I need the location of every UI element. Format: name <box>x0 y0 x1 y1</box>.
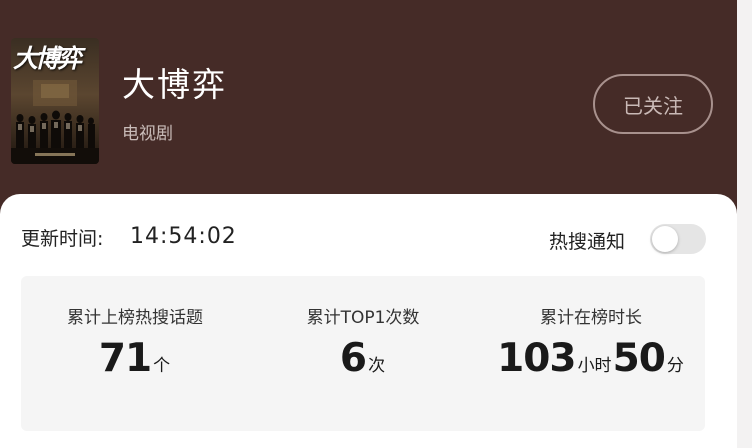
follow-button[interactable]: 已关注 <box>593 74 713 134</box>
stats-panel: 累计上榜热搜话题 71 个 累计TOP1次数 6次 累计在榜时长 103 小时50 分 <box>21 276 705 431</box>
stat-on-list-duration: 累计在榜时长 103 小时50 分 <box>477 276 705 431</box>
update-time-value: 14:54:02 <box>130 224 237 249</box>
right-edge-strip <box>737 0 752 448</box>
stat-hot-topics: 累计上榜热搜话题 71 个 <box>21 276 249 431</box>
stat-unit: 次 <box>368 356 386 376</box>
stat-minutes-number: 50 <box>612 336 666 381</box>
show-title: 大博弈 <box>122 65 227 104</box>
update-time-label: 更新时间: <box>21 228 104 250</box>
stat-label: 累计TOP1次数 <box>306 308 420 328</box>
hot-search-notify-toggle[interactable] <box>650 224 706 254</box>
stat-value: 103 小时50 分 <box>477 336 705 381</box>
poster-title: 大博弈 <box>13 44 82 73</box>
stat-top1-count: 累计TOP1次数 6次 <box>249 276 477 431</box>
hot-search-notify-label: 热搜通知 <box>549 231 626 253</box>
stat-value: 6次 <box>249 336 477 381</box>
stats-card: 更新时间: 14:54:02 热搜通知 累计上榜热搜话题 71 个 累计TOP1次… <box>0 194 737 448</box>
show-type: 电视剧 <box>122 124 173 144</box>
stat-hours-number: 103 <box>497 336 576 381</box>
toggle-knob <box>652 226 678 252</box>
stat-label: 累计在榜时长 <box>540 308 642 328</box>
stat-unit: 个 <box>153 356 171 376</box>
stat-minutes-unit: 分 <box>666 356 684 376</box>
stat-number: 71 <box>98 336 152 381</box>
stat-label: 累计上榜热搜话题 <box>67 308 203 328</box>
show-poster[interactable]: 大博弈 <box>11 38 99 164</box>
stat-number: 6 <box>339 336 367 381</box>
stat-hours-unit: 小时 <box>577 356 612 376</box>
stat-value: 71 个 <box>21 336 249 381</box>
